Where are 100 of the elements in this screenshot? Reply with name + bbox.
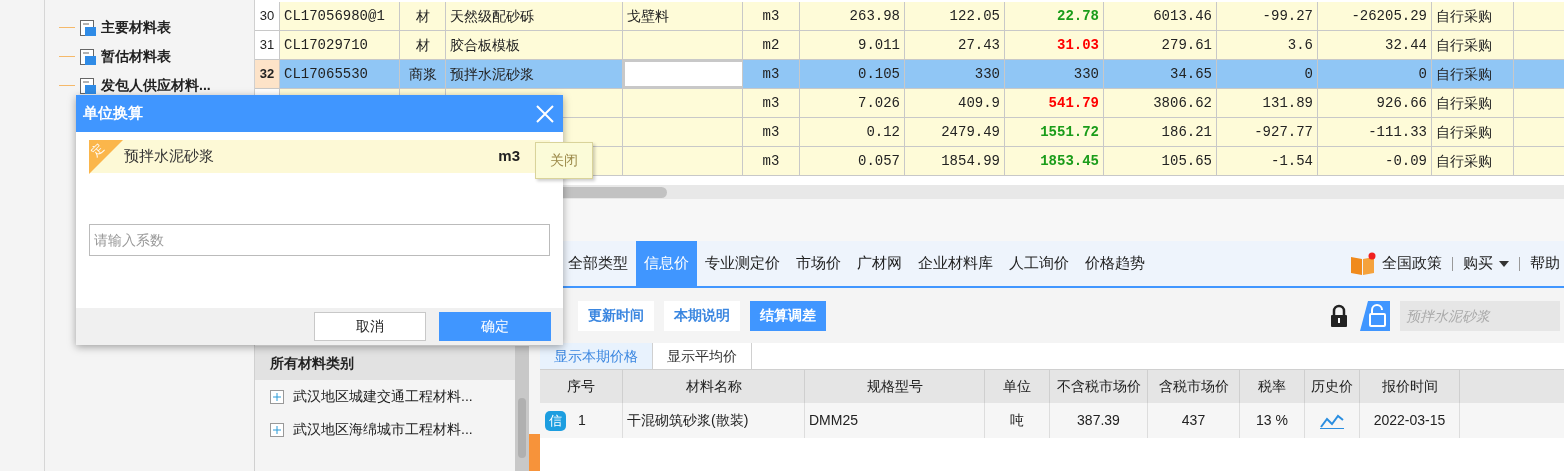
table-cell: -927.77 [1217,118,1318,146]
table-cell: m3 [743,60,800,88]
expand-icon[interactable] [270,389,284,404]
table-cell: 7.026 [800,89,905,117]
price-tab[interactable]: 人工询价 [1001,241,1077,286]
table-cell: 541.79 [1005,89,1104,117]
table-row[interactable]: 30 CL17056980@1 材 天然级配砂砾 戈壁料 m3 263.98 122.05 22.78 6013.46 -99.27 -26205.29 自行采购 [255,2,1564,31]
price-tab[interactable]: 企业材料库 [910,241,1001,286]
table-cell: -99.27 [1217,2,1318,30]
price-tab[interactable]: 广材网 [849,241,910,286]
table-cell: -1.54 [1217,147,1318,175]
table-cell: 186.21 [1104,118,1217,146]
collapse-handle[interactable] [529,434,540,471]
toolbar-button[interactable]: 本期说明 [664,300,740,331]
table-cell: 1854.99 [905,147,1005,175]
table-cell: 263.98 [800,2,905,30]
vertical-scrollbar-thumb[interactable] [518,398,526,458]
table-cell: 22.78 [1005,2,1104,30]
table-cell: 437 [1148,403,1240,438]
cell-editor[interactable] [623,60,743,88]
table-cell: 0.105 [800,60,905,88]
table-cell: 0 [1318,60,1432,88]
table-cell: 27.43 [905,31,1005,59]
table-cell: 3.6 [1217,31,1318,59]
dialog-title: 单位换算 [83,103,143,124]
buy-dropdown[interactable]: 购买 [1463,252,1509,275]
table-cell: 409.9 [905,89,1005,117]
table-cell: 2022-03-15 [1360,403,1460,438]
help-link[interactable]: 帮助 [1530,252,1560,275]
table-cell: 131.89 [1217,89,1318,117]
table-cell: CL17065530 [280,60,400,88]
table-cell: -0.09 [1318,147,1432,175]
price-tab[interactable]: 专业测定价 [697,241,788,286]
material-unit: m3 [498,146,520,167]
sidebar-item[interactable]: 主要材料表 [101,17,171,38]
policy-link[interactable]: 全国政策 [1382,252,1442,275]
table-cell: 自行采购 [1432,147,1514,175]
price-tab[interactable]: 全部类型 [560,241,636,286]
toolbar-button[interactable]: 更新时间 [578,300,654,331]
table-cell: 材 [400,31,446,59]
line-chart-icon[interactable] [1320,412,1344,429]
caret-icon [1499,260,1509,267]
table-row[interactable]: 31 CL17029710 材 胶合板模板 m2 9.011 27.43 31.03 279.61 3.6 32.44 自行采购 [255,31,1564,60]
price-tab[interactable]: 市场价 [788,241,849,286]
coefficient-input[interactable]: 请输入系数 [89,224,550,256]
table-cell: 13 % [1240,403,1305,438]
table-cell: m3 [743,118,800,146]
table-cell: 自行采购 [1432,2,1514,30]
table-cell: 9.011 [800,31,905,59]
table-cell: 31.03 [1005,31,1104,59]
table-cell: m3 [743,147,800,175]
table-cell: 387.39 [1050,403,1148,438]
lock-icon[interactable] [1328,302,1350,329]
table-cell: 0 [1217,60,1318,88]
document-icon [79,76,97,95]
document-icon [79,18,97,37]
table-cell: 1853.45 [1005,147,1104,175]
table-cell: 0.057 [800,147,905,175]
table-cell: 材 [400,2,446,30]
table-cell: 3806.62 [1104,89,1217,117]
material-name: 预拌水泥砂浆 [124,146,215,167]
table-cell: -111.33 [1318,118,1432,146]
table-cell: 122.05 [905,2,1005,30]
category-panel-title: 所有材料类别 [255,346,515,380]
table-cell: m2 [743,31,800,59]
cancel-button[interactable]: 取消 [314,312,426,341]
table-cell: 干混砌筑砂浆(散装) [623,403,805,438]
search-field[interactable]: 预拌水泥砂浆 [1400,300,1560,331]
badge-label: 定 [86,139,108,161]
category-item[interactable]: 武汉地区海绵城市工程材料... [293,419,473,440]
table-cell: 330 [1005,60,1104,88]
table-cell: 自行采购 [1432,118,1514,146]
table-row[interactable]: 32 CL17065530 商浆 预拌水泥砂浆 m3 0.105 330 330 34.65 0 0 自行采购 [255,60,1564,89]
corner-badge [89,140,123,174]
table-cell: CL17029710 [280,31,400,59]
table-cell-text: 1 [578,411,586,430]
row-number: 31 [255,31,280,59]
table-cell: 6013.46 [1104,2,1217,30]
table-cell: 2479.49 [905,118,1005,146]
table-cell: m3 [743,89,800,117]
table-cell: -26205.29 [1318,2,1432,30]
info-badge: 信 [545,410,566,431]
sidebar-item[interactable]: 暂估材料表 [101,46,171,67]
table-cell: 330 [905,60,1005,88]
unlock-icon[interactable] [1360,300,1390,331]
table-cell: 自行采购 [1432,60,1514,88]
table-cell: 自行采购 [1432,31,1514,59]
table-cell: 926.66 [1318,89,1432,117]
tooltip: 关闭 [535,142,593,179]
row-number: 30 [255,2,280,30]
expand-icon[interactable] [270,422,284,437]
sidebar-item[interactable]: 发包人供应材料... [101,75,211,96]
close-icon[interactable] [535,103,555,124]
table-cell: 279.61 [1104,31,1217,59]
price-tab[interactable]: 价格趋势 [1077,241,1153,286]
table-cell: DMM25 [805,403,985,438]
category-item[interactable]: 武汉地区城建交通工程材料... [293,386,473,407]
book-icon [1350,251,1376,276]
table-cell: 105.65 [1104,147,1217,175]
document-icon [79,47,97,66]
